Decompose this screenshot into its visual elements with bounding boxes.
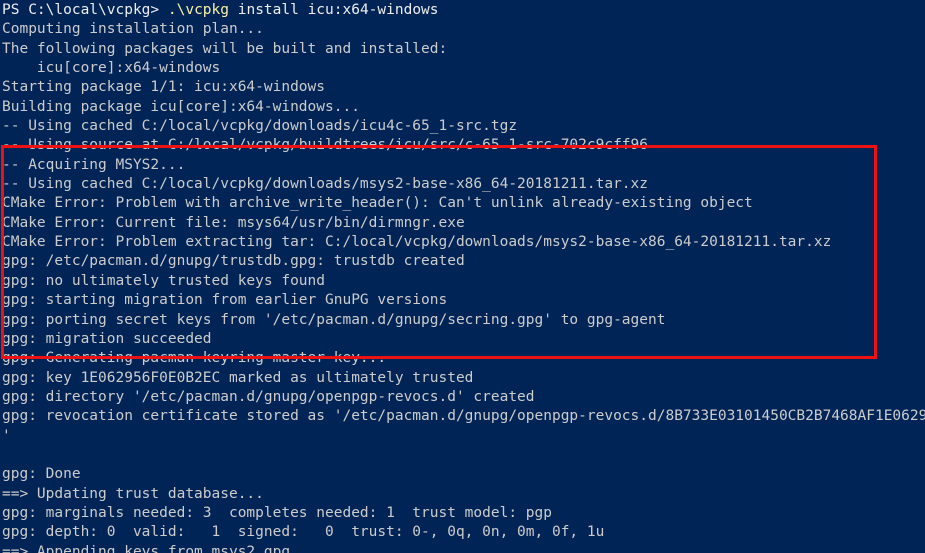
console-line: -- Using source at C:/local/vcpkg/buildt…	[0, 136, 925, 155]
console-line-text: gpg: directory '/etc/pacman.d/gnupg/open…	[2, 388, 535, 405]
console-line-text: gpg: marginals needed: 3 completes neede…	[2, 504, 552, 521]
console-line: gpg: key 1E062956F0E0B2EC marked as ulti…	[0, 369, 925, 388]
prompt-segment: install icu:x64-windows	[229, 2, 439, 18]
console-line-text: '	[2, 427, 11, 444]
console-line: CMake Error: Problem with archive_write_…	[0, 194, 925, 213]
console-line-text: gpg: starting migration from earlier Gnu…	[2, 292, 448, 309]
console-line: Starting package 1/1: icu:x64-windows	[0, 78, 925, 97]
console-line-text: -- Acquiring MSYS2...	[2, 156, 186, 173]
console-line-text: The following packages will be built and…	[2, 40, 448, 57]
prompt-segment: vcpkg	[185, 2, 229, 18]
console-line-text: gpg: Done	[2, 466, 81, 483]
console-line: -- Acquiring MSYS2...	[0, 156, 925, 175]
console-line-text: icu[core]:x64-windows	[2, 60, 221, 77]
console-line-text: ==> Updating trust database...	[2, 485, 264, 502]
console-line-text: ==> Appending keys from msys2.gpg...	[2, 543, 317, 553]
console-line-text: gpg: porting secret keys from '/etc/pacm…	[2, 311, 666, 328]
console-line-text: gpg: depth: 0 valid: 1 signed: 0 trust: …	[2, 524, 605, 541]
console-line-text: gpg: revocation certificate stored as '/…	[2, 408, 925, 425]
console-line: gpg: Done	[0, 465, 925, 484]
console-line: gpg: no ultimately trusted keys found	[0, 272, 925, 291]
console-line: PS C:\local\vcpkg> .\vcpkg install icu:x…	[0, 1, 925, 20]
console-line-text: gpg: /etc/pacman.d/gnupg/trustdb.gpg: tr…	[2, 253, 465, 270]
console-line: Building package icu[core]:x64-windows..…	[0, 98, 925, 117]
console-line: gpg: /etc/pacman.d/gnupg/trustdb.gpg: tr…	[0, 252, 925, 271]
console-line: ==> Appending keys from msys2.gpg...	[0, 543, 925, 553]
console-line-text: CMake Error: Problem with archive_write_…	[2, 195, 753, 212]
console-line-text: CMake Error: Current file: msys64/usr/bi…	[2, 214, 465, 231]
console-line: icu[core]:x64-windows	[0, 59, 925, 78]
console-line: Computing installation plan...	[0, 20, 925, 39]
console-line: gpg: depth: 0 valid: 1 signed: 0 trust: …	[0, 523, 925, 542]
console-line-text: Building package icu[core]:x64-windows..…	[2, 98, 360, 115]
console-line: '	[0, 427, 925, 446]
console-line-text: -- Using source at C:/local/vcpkg/buildt…	[2, 137, 649, 154]
console-line: ==> Updating trust database...	[0, 485, 925, 504]
console-line: gpg: migration succeeded	[0, 330, 925, 349]
console-line-text: Starting package 1/1: icu:x64-windows	[2, 79, 326, 96]
console-line: The following packages will be built and…	[0, 40, 925, 59]
console-line-text: CMake Error: Problem extracting tar: C:/…	[2, 234, 832, 251]
console-line: gpg: Generating pacman keyring master ke…	[0, 349, 925, 368]
powershell-terminal-window[interactable]: PS C:\local\vcpkg> .\vcpkg install icu:x…	[0, 0, 925, 553]
console-line: CMake Error: Problem extracting tar: C:/…	[0, 233, 925, 252]
console-line: gpg: directory '/etc/pacman.d/gnupg/open…	[0, 388, 925, 407]
console-line: CMake Error: Current file: msys64/usr/bi…	[0, 214, 925, 233]
console-line: gpg: revocation certificate stored as '/…	[0, 407, 925, 426]
console-output[interactable]: PS C:\local\vcpkg> .\vcpkg install icu:x…	[0, 0, 925, 553]
console-line: -- Using cached C:/local/vcpkg/downloads…	[0, 117, 925, 136]
console-line-text: gpg: no ultimately trusted keys found	[2, 272, 326, 289]
console-line: gpg: starting migration from earlier Gnu…	[0, 291, 925, 310]
console-line: gpg: porting secret keys from '/etc/pacm…	[0, 311, 925, 330]
console-line-text: -- Using cached C:/local/vcpkg/downloads…	[2, 118, 518, 135]
prompt-segment: PS C:\local\vcpkg>	[2, 2, 168, 18]
console-line: gpg: marginals needed: 3 completes neede…	[0, 504, 925, 523]
console-line-text: gpg: migration succeeded	[2, 330, 212, 347]
console-line-text: gpg: key 1E062956F0E0B2EC marked as ulti…	[2, 369, 474, 386]
console-line-text: Computing installation plan...	[2, 21, 264, 38]
console-line-text: -- Using cached C:/local/vcpkg/downloads…	[2, 176, 649, 193]
prompt-segment: .\	[167, 2, 186, 18]
console-line-text: gpg: Generating pacman keyring master ke…	[2, 350, 387, 367]
console-line: -- Using cached C:/local/vcpkg/downloads…	[0, 175, 925, 194]
